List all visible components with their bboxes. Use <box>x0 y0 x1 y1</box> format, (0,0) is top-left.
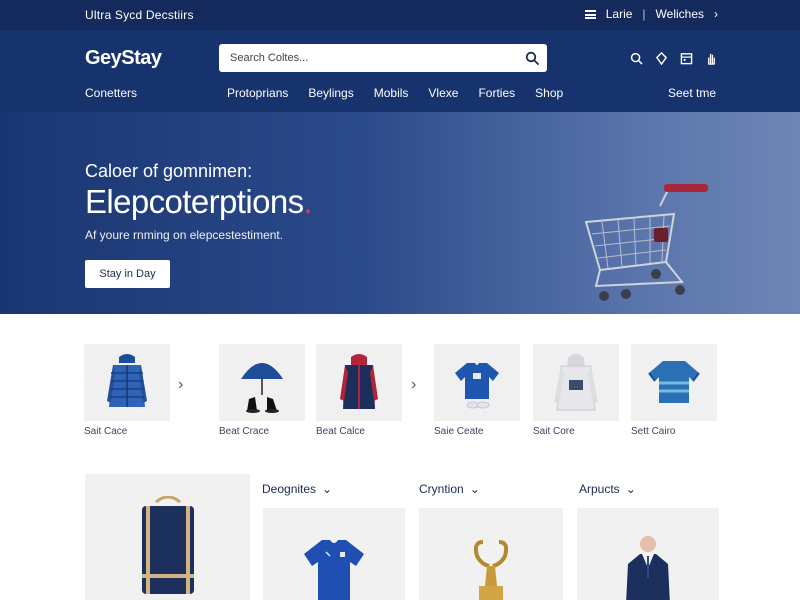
tshirt-icon <box>455 362 499 408</box>
menu-icon[interactable] <box>584 9 596 19</box>
column-dropdown-cryntion[interactable]: Cryntion ⌄ <box>419 482 480 496</box>
product-card-suit[interactable] <box>577 508 719 600</box>
search-bar <box>219 44 547 72</box>
product-caption: Sait Core <box>533 426 575 437</box>
search-button[interactable] <box>517 44 547 72</box>
product-card-jersey[interactable] <box>263 508 405 600</box>
column-dropdown-arpucts[interactable]: Arpucts ⌄ <box>579 482 636 496</box>
hero-title: Elepcoterptions. <box>85 183 313 221</box>
nav-categories: Protoprians Beylings Mobils Vlexe Fortie… <box>227 86 583 100</box>
search-icon <box>525 51 539 65</box>
backpack-icon <box>141 496 194 594</box>
column-label: Arpucts <box>579 482 620 496</box>
hand-icon[interactable] <box>703 50 719 66</box>
product-tile[interactable] <box>219 344 305 421</box>
product-caption: Beat Crace <box>219 426 270 437</box>
product-card-trophy[interactable] <box>419 508 563 600</box>
site-header: GeyStay Conetters Protoprians Beylings M <box>0 30 800 112</box>
top-bar-separator: | <box>642 7 646 21</box>
top-link-larie[interactable]: Larie <box>606 7 633 21</box>
product-card[interactable]: Sett Cairo <box>631 344 717 437</box>
top-bar-brand: Ultra Sycd Decstiirs <box>85 8 194 22</box>
chevron-right-icon[interactable]: › <box>714 7 718 21</box>
coat-icon <box>340 353 378 409</box>
stay-in-day-button[interactable]: Stay in Day <box>85 260 170 288</box>
product-caption: Sait Cace <box>84 426 128 437</box>
product-tile[interactable] <box>533 344 619 421</box>
suit-person-icon <box>626 536 670 600</box>
umbrella-icon <box>241 362 283 413</box>
nav-conetters[interactable]: Conetters <box>85 86 137 100</box>
hoodie-icon <box>554 353 598 410</box>
shopping-cart-icon <box>584 184 708 301</box>
hero-banner: Caloer of gomnimen: Elepcoterptions. Af … <box>0 112 800 314</box>
hero-description: Af youre rnming on elepcestestiment. <box>85 228 284 242</box>
trophy-icon <box>473 540 509 600</box>
chevron-down-icon: ⌄ <box>469 482 480 496</box>
hero-subtitle: Caloer of gomnimen: <box>85 161 253 181</box>
chevron-down-icon: ⌄ <box>322 482 333 496</box>
product-tile[interactable] <box>84 344 170 421</box>
product-card[interactable]: Beat Calce <box>316 344 402 437</box>
nav-seet-tme[interactable]: Seet tme <box>668 86 716 100</box>
carousel-next-arrow[interactable]: › <box>411 376 416 394</box>
nav-item-protoprians[interactable]: Protoprians <box>227 86 288 100</box>
location-icon[interactable] <box>653 50 669 66</box>
featured-product-tile[interactable] <box>85 474 250 600</box>
nav-item-forties[interactable]: Forties <box>478 86 515 100</box>
top-bar: Ultra Sycd Decstiirs Larie | Weliches › <box>0 0 800 30</box>
top-link-weliches[interactable]: Weliches <box>656 7 704 21</box>
chevron-down-icon: ⌄ <box>625 482 636 496</box>
sweater-icon <box>648 360 700 403</box>
product-card[interactable]: Beat Crace <box>219 344 305 437</box>
calendar-icon[interactable] <box>678 50 694 66</box>
nav-item-beylings[interactable]: Beylings <box>308 86 353 100</box>
product-tile[interactable] <box>434 344 520 421</box>
search-icon[interactable] <box>628 50 644 66</box>
product-caption: Sett Cairo <box>631 426 676 437</box>
carousel-next-arrow[interactable]: › <box>178 376 183 394</box>
product-card[interactable]: Saie Ceate <box>434 344 520 437</box>
hero-title-text: Elepcoterptions <box>85 183 304 220</box>
top-bar-links: Larie | Weliches › <box>584 7 718 21</box>
product-card[interactable]: Sait Core <box>533 344 619 437</box>
search-input[interactable] <box>219 44 517 72</box>
product-tile[interactable] <box>316 344 402 421</box>
nav-item-mobils[interactable]: Mobils <box>374 86 409 100</box>
product-caption: Beat Calce <box>316 426 365 437</box>
hero-title-dot: . <box>303 183 313 220</box>
column-label: Deognites <box>262 482 317 496</box>
column-dropdown-deognites[interactable]: Deognites ⌄ <box>262 482 332 496</box>
jersey-icon <box>304 540 364 600</box>
product-card[interactable]: Sait Cace <box>84 344 170 437</box>
column-label: Cryntion <box>419 482 464 496</box>
jacket-icon <box>107 353 147 407</box>
product-tile[interactable] <box>631 344 717 421</box>
nav-item-vlexe[interactable]: Vlexe <box>428 86 458 100</box>
header-icons <box>628 50 719 66</box>
nav-item-shop[interactable]: Shop <box>535 86 563 100</box>
product-caption: Saie Ceate <box>434 426 484 437</box>
site-logo[interactable]: GeyStay <box>85 47 162 70</box>
